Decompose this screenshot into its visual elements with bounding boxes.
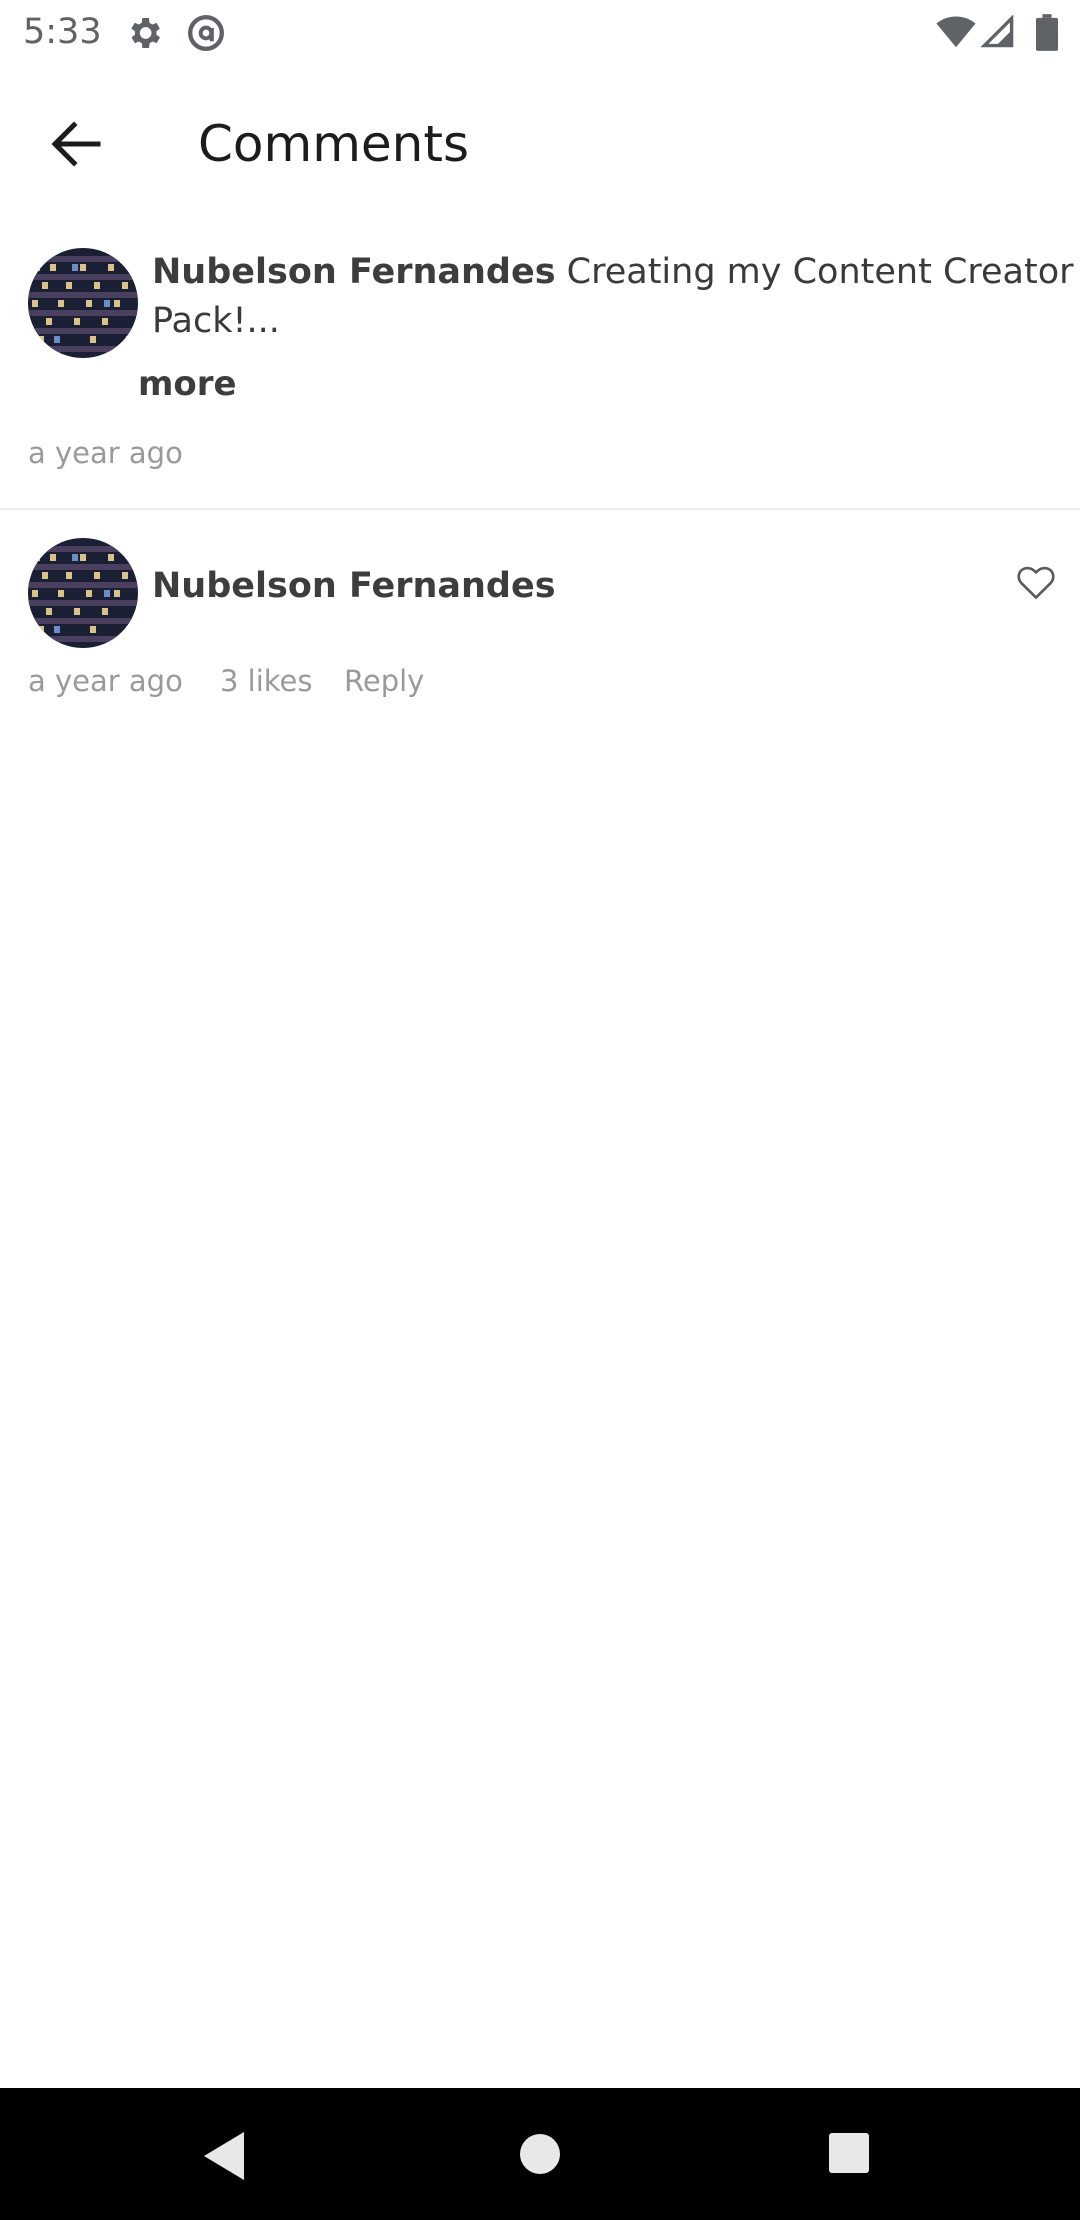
caption-body-line2: Pack!... [152,301,280,341]
nav-back-button[interactable] [200,2128,250,2184]
page-title: Comments [198,115,470,173]
status-time: 5:33 [23,12,102,52]
status-bar: 5:33 [0,0,1080,66]
caption-author[interactable]: Nubelson Fernandes [152,252,556,292]
battery-icon [1036,14,1058,51]
avatar[interactable] [28,538,138,648]
caption-body: Creating my Content Creator Ic [555,252,1080,292]
avatar[interactable] [28,248,138,358]
more-button[interactable]: more [138,364,237,404]
heart-outline-icon [1017,566,1055,599]
arrow-left-icon [51,121,101,167]
comment-time: a year ago [28,664,183,698]
comment-likes[interactable]: 3 likes [220,664,313,698]
caption-text: Nubelson Fernandes Creating my Content C… [152,248,1080,346]
comment-author[interactable]: Nubelson Fernandes [152,566,556,606]
reply-button[interactable]: Reply [344,664,424,698]
nav-recents-button[interactable] [826,2130,872,2176]
back-button[interactable] [42,112,114,176]
wifi-icon [936,16,976,48]
nav-home-button[interactable] [516,2130,564,2178]
at-sign-icon [188,15,224,51]
signal-icon [980,15,1014,48]
like-button[interactable] [1016,564,1056,600]
gear-icon [131,18,160,48]
caption-time: a year ago [28,436,183,470]
navigation-bar [0,2088,1080,2220]
divider [0,508,1080,510]
